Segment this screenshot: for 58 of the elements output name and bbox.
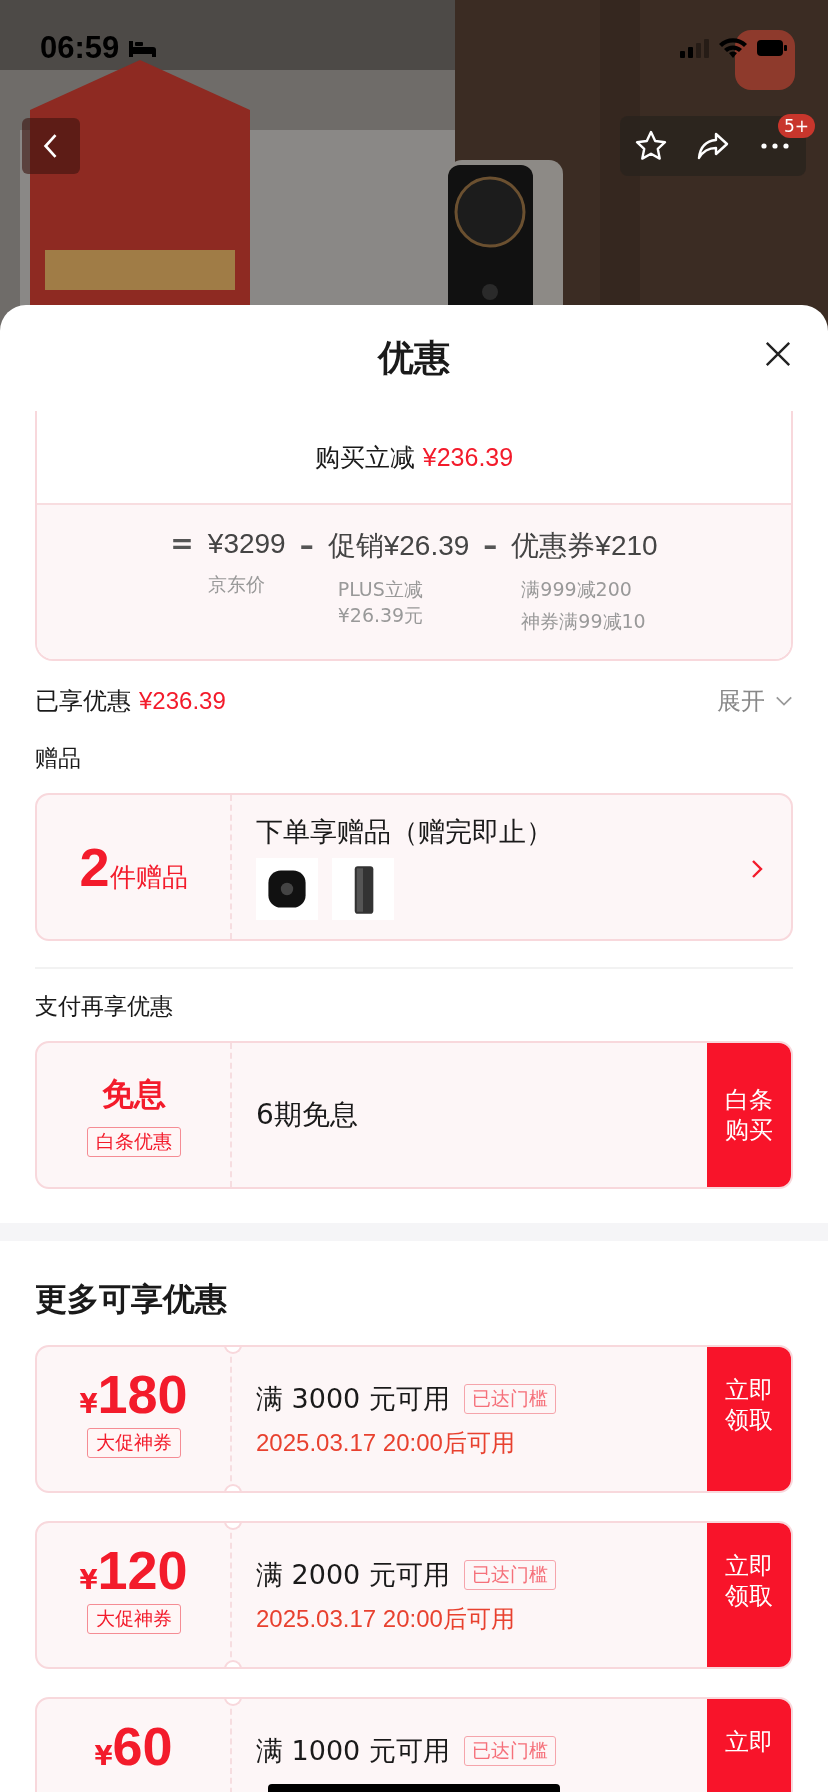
gift-card[interactable]: 2件赠品 下单享赠品（赠完即止） — [35, 793, 793, 941]
section-heading: 赠品 — [35, 743, 82, 773]
expand-toggle[interactable]: 展开 — [717, 685, 793, 717]
signal-icon — [680, 38, 710, 58]
offer-text: 6期免息 — [256, 1097, 359, 1133]
currency-sign: ¥ — [79, 1390, 98, 1419]
buy-button[interactable]: 白条购买 — [707, 1043, 791, 1187]
coupon-tag: 大促神券 — [86, 1428, 181, 1459]
wifi-icon — [718, 37, 748, 59]
coupon-tag: 大促神券 — [86, 1604, 181, 1635]
coupon-condition: 满 1000 元可用 — [256, 1734, 450, 1768]
bed-icon — [127, 38, 158, 58]
price-term: 促销¥26.39 — [327, 529, 470, 563]
term-note: 满999减200 — [521, 577, 633, 602]
threshold-badge: 已达门槛 — [463, 1736, 556, 1766]
threshold-badge: 已达门槛 — [463, 1384, 556, 1414]
gift-count: 2 — [79, 836, 110, 898]
gift-label: 件赠品 — [109, 862, 188, 894]
price-term: ¥3299 — [207, 528, 286, 560]
claim-button[interactable]: 立即 — [707, 1699, 791, 1792]
valid-date: 2025.03.17 20:00后可用 — [256, 1604, 516, 1634]
coupon-amount: 60 — [112, 1717, 173, 1777]
currency-sign: ¥ — [94, 1742, 113, 1771]
coupon-condition: 满 3000 元可用 — [256, 1382, 450, 1416]
instant-discount-label: 购买立减 — [314, 441, 415, 474]
discount-amount: ¥236.39 — [139, 687, 226, 715]
clock-time: 06:59 — [40, 30, 120, 66]
instant-discount-amount: ¥236.39 — [422, 442, 514, 472]
offer-title: 免息 — [101, 1074, 166, 1115]
sheet-title: 优惠 — [378, 335, 450, 380]
operator: = — [170, 527, 194, 560]
star-icon — [634, 129, 668, 163]
currency-sign: ¥ — [79, 1566, 98, 1595]
threshold-badge: 已达门槛 — [463, 1560, 556, 1590]
back-button[interactable] — [22, 118, 80, 174]
gift-title: 下单享赠品（赠完即止） — [256, 815, 554, 849]
coupon-condition: 满 2000 元可用 — [256, 1558, 450, 1592]
section-heading: 支付再享优惠 — [35, 991, 174, 1021]
price-term: 优惠券¥210 — [511, 529, 658, 563]
discount-label: 已享优惠 — [35, 686, 131, 717]
valid-date: 2025.03.17 20:00后可用 — [256, 1428, 516, 1458]
more-icon — [761, 143, 789, 149]
chevron-right-icon — [751, 859, 763, 879]
section-heading: 更多可享优惠 — [35, 1279, 228, 1320]
close-button[interactable] — [764, 340, 792, 368]
claim-button[interactable]: 立即领取 — [707, 1523, 791, 1667]
term-note: 神券满99减10 — [521, 609, 647, 634]
battery-icon — [756, 38, 788, 58]
offer-tag: 白条优惠 — [86, 1127, 181, 1157]
chevron-icon — [775, 695, 793, 707]
coupon-amount: 180 — [97, 1365, 188, 1425]
claim-button[interactable]: 立即领取 — [707, 1347, 791, 1491]
coupon-amount: 120 — [97, 1541, 188, 1601]
term-note: 京东价 — [208, 572, 267, 597]
close-icon — [764, 340, 792, 368]
term-note: PLUS立减 ¥26.39元 — [337, 577, 425, 628]
operator: – — [483, 529, 498, 562]
operator: – — [299, 529, 314, 562]
